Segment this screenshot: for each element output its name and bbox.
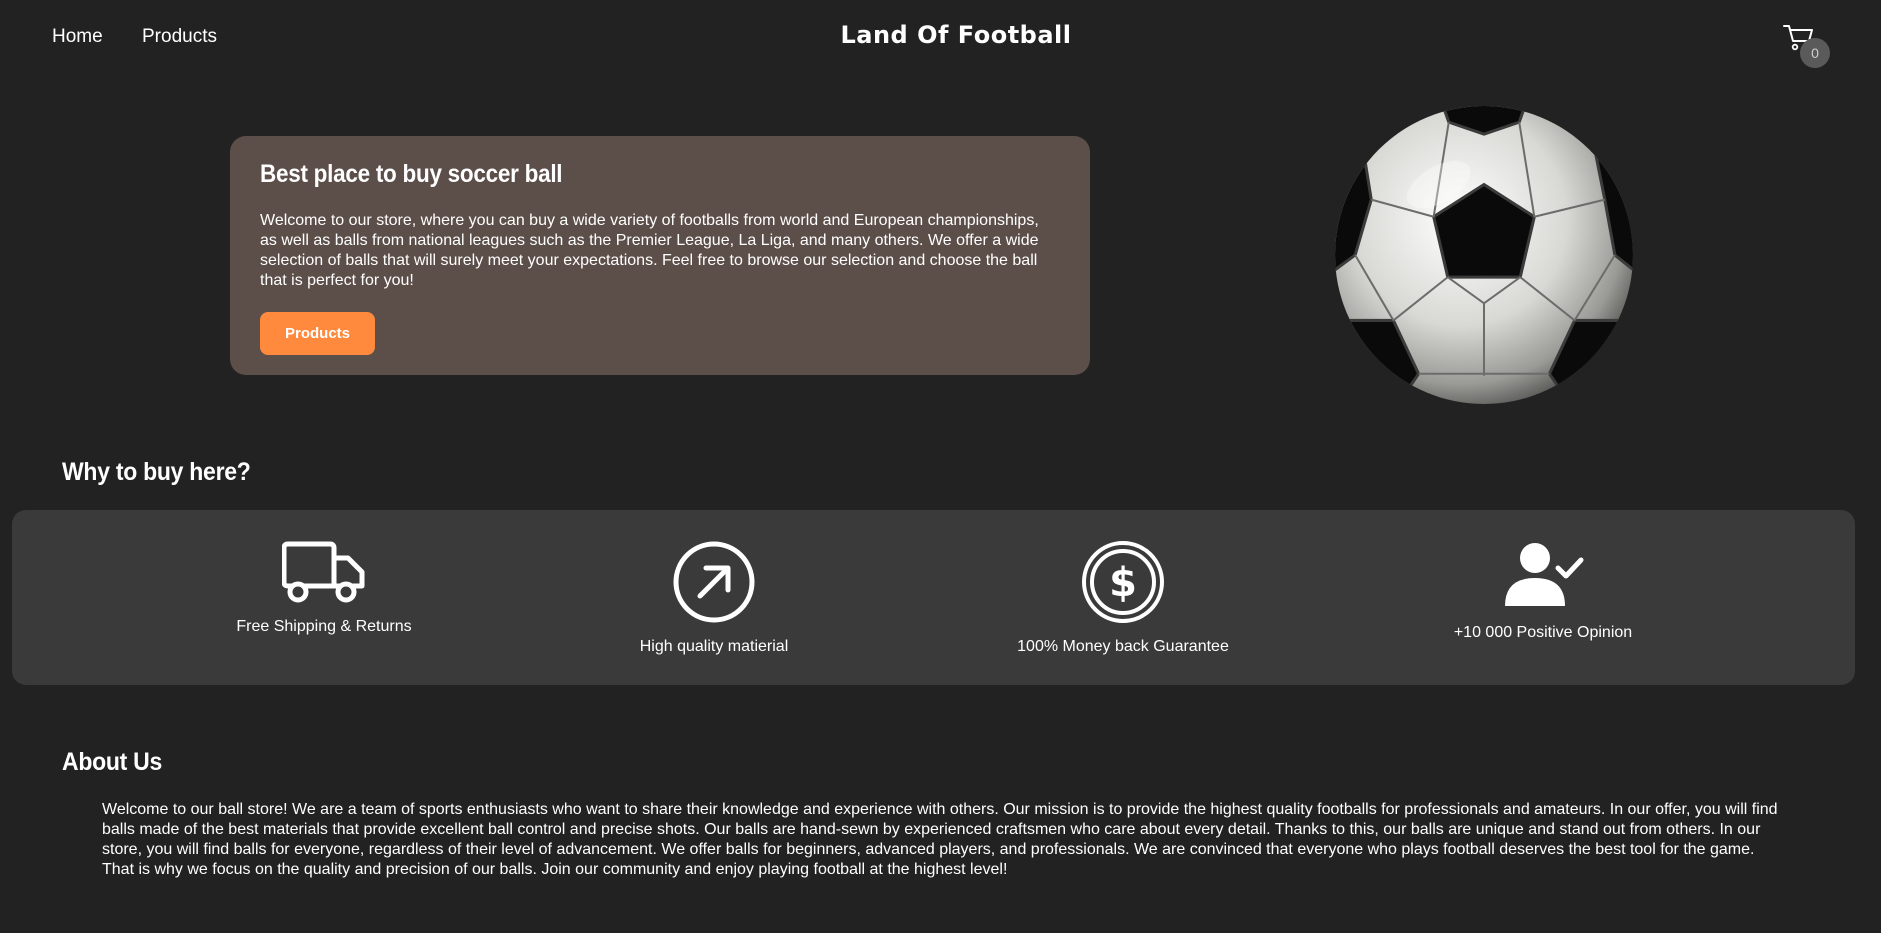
- truck-icon: [282, 541, 365, 603]
- arrow-up-right-circle-icon: [673, 541, 755, 623]
- why-section-heading: Why to buy here?: [62, 458, 251, 486]
- user-check-icon: [1505, 543, 1584, 606]
- svg-text:$: $: [1109, 560, 1137, 606]
- products-button[interactable]: Products: [260, 312, 375, 355]
- about-section-heading: About Us: [62, 748, 163, 776]
- soccer-ball-image: [1335, 106, 1633, 404]
- feature-item: High quality matierial: [564, 540, 864, 656]
- feature-item: Free Shipping & Returns: [174, 540, 474, 636]
- site-header: Home Products Land Of Football 0: [0, 0, 1881, 76]
- feature-item: $ 100% Money back Guarantee: [973, 540, 1273, 656]
- feature-label: +10 000 Positive Opinion: [1453, 624, 1633, 641]
- dollar-circle-icon: $: [1082, 541, 1164, 623]
- feature-label: High quality matierial: [639, 638, 789, 655]
- hero-description: Welcome to our store, where you can buy …: [260, 212, 1039, 289]
- features-panel: Free Shipping & Returns High quality mat…: [12, 510, 1855, 685]
- cart-count-badge: 0: [1800, 38, 1830, 68]
- feature-label: Free Shipping & Returns: [236, 618, 412, 635]
- site-brand-title[interactable]: Land Of Football: [0, 21, 1881, 49]
- feature-label: 100% Money back Guarantee: [1017, 638, 1229, 655]
- hero-card: Best place to buy soccer ball Welcome to…: [230, 136, 1090, 375]
- hero-title: Best place to buy soccer ball: [260, 160, 563, 188]
- feature-item: +10 000 Positive Opinion: [1393, 540, 1693, 642]
- about-description: Welcome to our ball store! We are a team…: [102, 801, 1778, 878]
